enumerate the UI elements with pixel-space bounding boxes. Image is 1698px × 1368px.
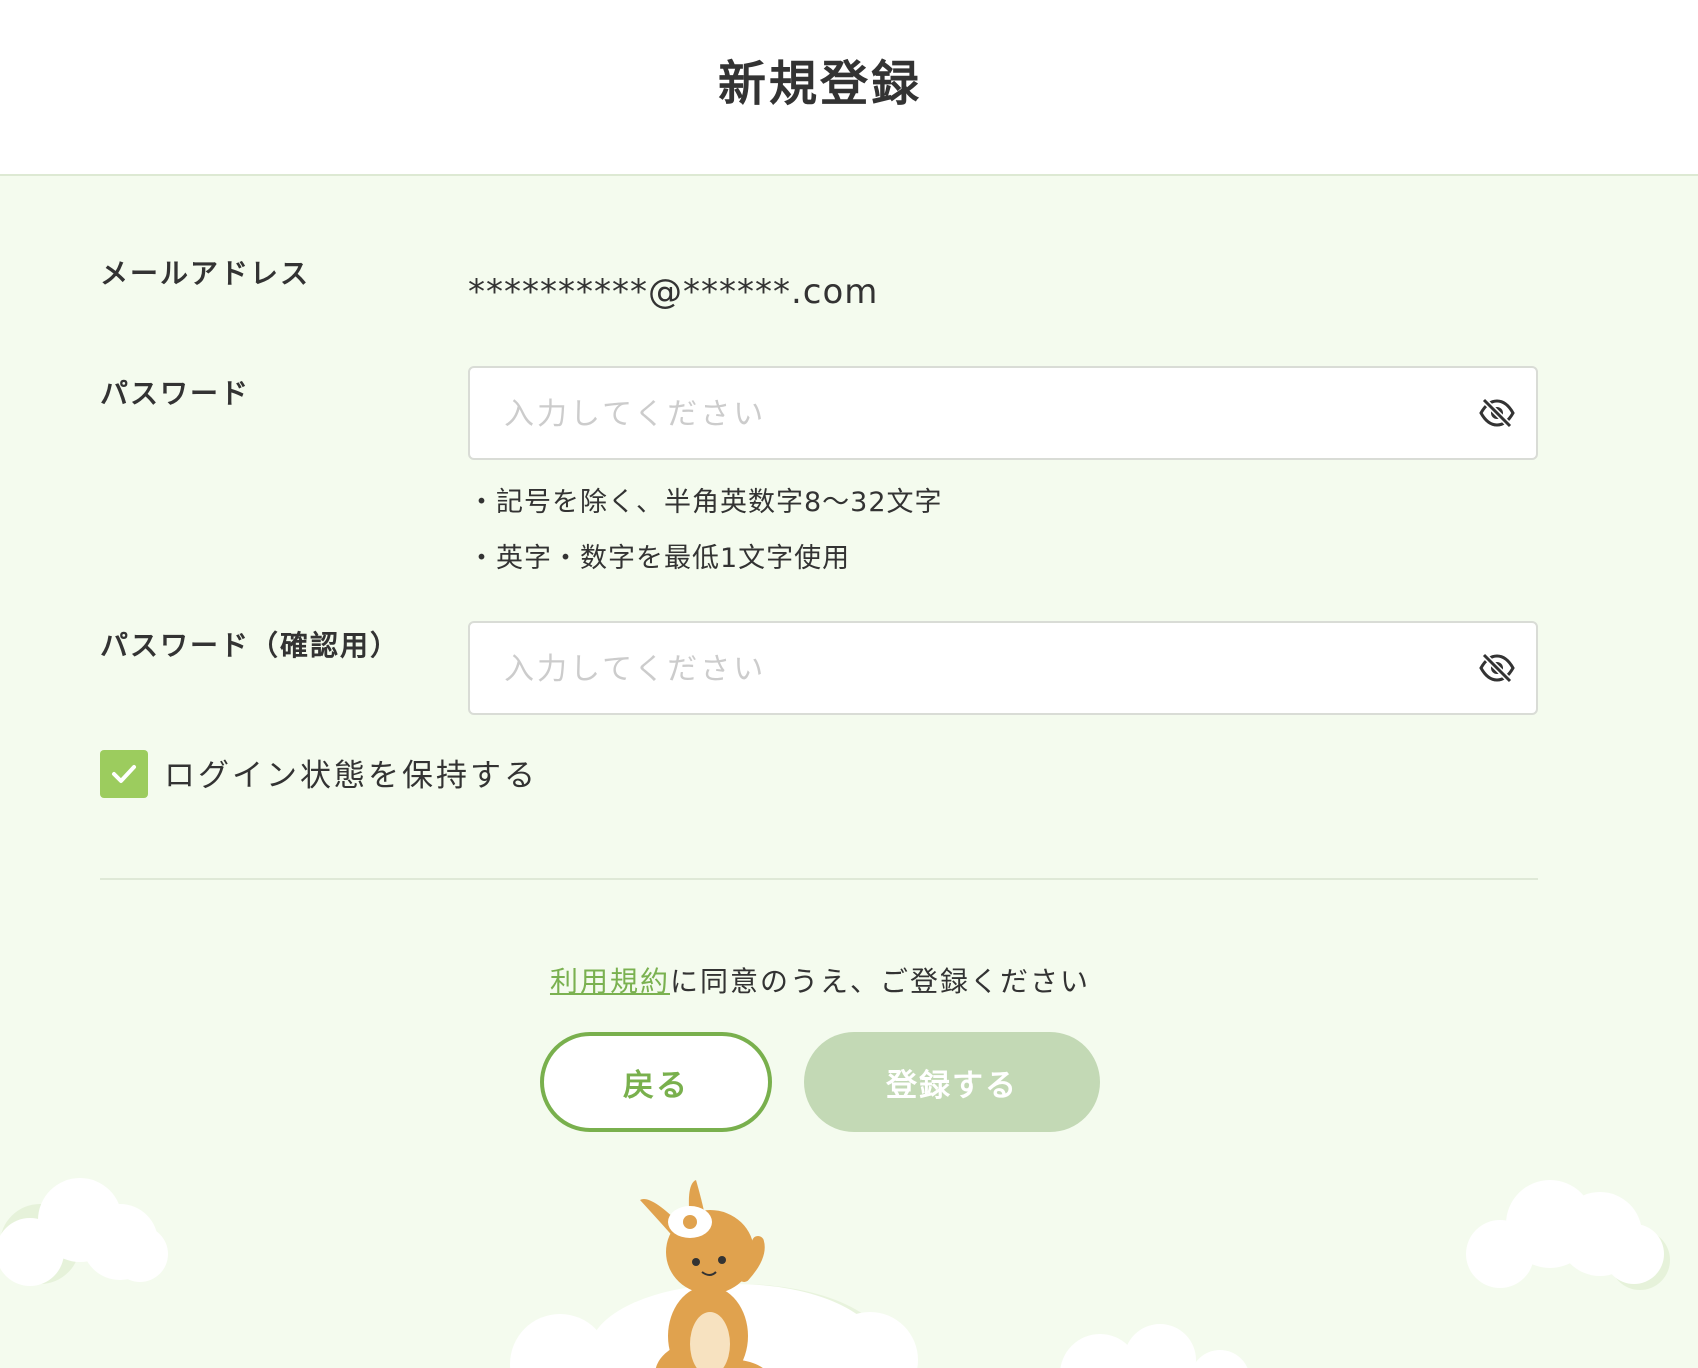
password-hint-length: ・記号を除く、半角英数字8〜32文字 <box>468 487 943 518</box>
terms-notice: 利用規約に同意のうえ、ご登録ください <box>0 960 1640 1000</box>
password-label: パスワード <box>100 377 251 410</box>
page-header: 新規登録 <box>0 0 1698 176</box>
password-hint-chars: ・英字・数字を最低1文字使用 <box>468 543 851 574</box>
cloud-scenery <box>0 1178 1670 1368</box>
eye-slash-icon[interactable] <box>1478 396 1516 430</box>
password-field-box <box>468 366 1538 460</box>
cloud-bottom-right <box>1060 1324 1248 1368</box>
password-confirm-label: パスワード（確認用） <box>100 629 401 662</box>
section-divider <box>100 878 1538 880</box>
cloud-right <box>1466 1180 1670 1290</box>
password-confirm-input[interactable] <box>502 623 1436 715</box>
keep-login-checkbox[interactable] <box>100 750 148 798</box>
keep-login-label[interactable]: ログイン状態を保持する <box>164 750 538 795</box>
registration-form: メールアドレス **********@******.com パスワード ・記号を… <box>0 176 1698 1368</box>
email-value: **********@******.com <box>468 272 879 312</box>
eye-slash-icon[interactable] <box>1478 651 1516 685</box>
email-label: メールアドレス <box>100 257 311 290</box>
cloud-left <box>0 1178 168 1286</box>
back-button[interactable]: 戻る <box>540 1032 772 1132</box>
password-confirm-field-box <box>468 621 1538 715</box>
checkmark-icon <box>112 765 136 783</box>
terms-text: に同意のうえ、ご登録ください <box>670 965 1091 998</box>
page-title: 新規登録 <box>717 56 922 112</box>
terms-link[interactable]: 利用規約 <box>550 965 670 998</box>
register-button[interactable]: 登録する <box>804 1032 1100 1132</box>
password-input[interactable] <box>502 368 1436 460</box>
